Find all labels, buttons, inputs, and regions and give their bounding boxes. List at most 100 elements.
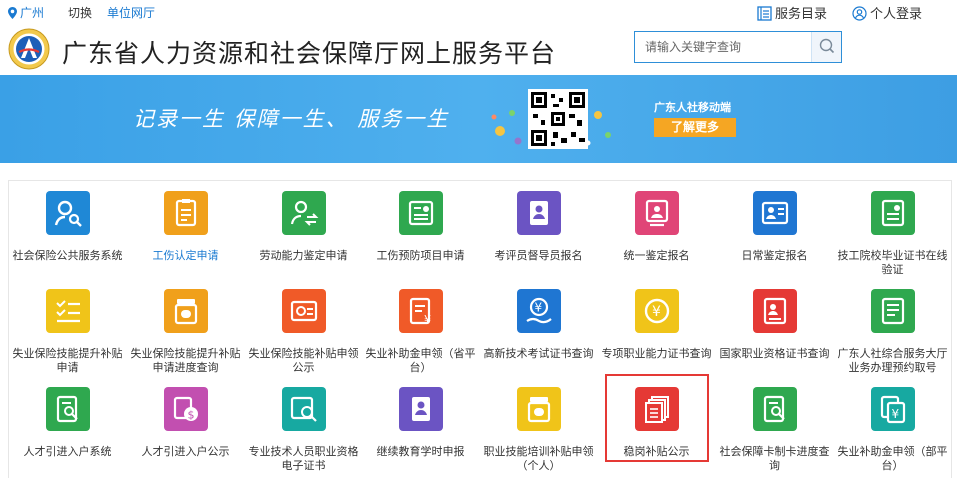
service-tile-label: 高新技术考试证书查询 (483, 347, 594, 360)
education-icon (399, 387, 443, 431)
search-icon (819, 38, 835, 54)
profile-card-icon (753, 289, 797, 333)
ministry-logo[interactable] (8, 28, 50, 70)
medicine-icon (517, 387, 561, 431)
card-icon (282, 289, 326, 333)
service-tile[interactable]: 劳动能力鉴定申请 (245, 181, 362, 279)
service-tile[interactable]: 专业技术人员职业资格电子证书 (245, 377, 362, 475)
yuan-circle-icon: ¥ (635, 289, 679, 333)
service-tile-label: 社会保险公共服务系统 (12, 249, 123, 262)
doc-search-icon (753, 387, 797, 431)
svg-text:$: $ (188, 409, 195, 422)
svg-text:¥: ¥ (535, 301, 543, 315)
service-tile[interactable]: 考评员督导员报名 (480, 181, 597, 279)
appraisal-icon (635, 191, 679, 235)
service-tile[interactable]: 继续教育学时申报 (362, 377, 479, 475)
service-tile-label: 工伤预防项目申请 (376, 249, 465, 262)
service-tile[interactable]: 失业保险技能提升补贴申请 (9, 279, 126, 377)
top-bar: 广州 切换 单位网厅 服务目录 个人登录 (0, 0, 957, 24)
service-tile-label: 广东人社综合服务大厅业务办理预约取号 (837, 347, 948, 374)
service-tile-label: 人才引进入户公示 (141, 445, 230, 458)
svg-text:¥: ¥ (424, 313, 431, 326)
unit-hall-link[interactable]: 单位网厅 (107, 4, 155, 21)
service-tile-label: 继续教育学时申报 (376, 445, 465, 458)
personal-login-link[interactable]: 个人登录 (852, 3, 922, 22)
mobile-app-label: 广东人社移动端 (654, 101, 731, 114)
service-tile-label: 人才引进入户系统 (23, 445, 112, 458)
service-tile-label: 失业补助金申领（省平台） (365, 347, 476, 374)
cert-search-icon (282, 387, 326, 431)
register-icon (517, 191, 561, 235)
service-tile[interactable]: 社会保障卡制卡进度查询 (716, 377, 833, 475)
service-catalog-link[interactable]: 服务目录 (757, 3, 827, 22)
service-tile[interactable]: ¥ 失业补助金申领（部平台） (834, 377, 951, 475)
catalog-icon (757, 6, 772, 21)
service-tile-label: 职业技能培训补贴申领（个人） (483, 445, 594, 472)
service-tile-label: 专项职业能力证书查询 (601, 347, 712, 360)
service-tile[interactable]: 失业保险技能补贴申领公示 (245, 279, 362, 377)
yuan-doc-icon: ¥ (399, 289, 443, 333)
medicine-icon (164, 289, 208, 333)
people-refresh-icon (282, 191, 326, 235)
person-search-icon (46, 191, 90, 235)
user-icon (852, 6, 867, 21)
doc-search-icon (46, 387, 90, 431)
service-grid: 社会保险公共服务系统 工伤认定申请 劳动能力鉴定申请 工伤预防项目申请 考评员督导员报名… (8, 180, 952, 478)
service-tile[interactable]: 国家职业资格证书查询 (716, 279, 833, 377)
svg-text:¥: ¥ (892, 407, 900, 421)
selected-highlight (605, 374, 709, 462)
location[interactable]: 广州 (8, 4, 44, 21)
service-tile[interactable]: 统一鉴定报名 (598, 181, 715, 279)
service-tile-label: 社会保障卡制卡进度查询 (719, 445, 830, 472)
service-tile[interactable]: 工伤认定申请 (127, 181, 244, 279)
search-button[interactable] (811, 32, 841, 62)
service-tile-label: 失业保险技能提升补贴申请进度查询 (130, 347, 241, 374)
service-tile[interactable]: ¥ 专项职业能力证书查询 (598, 279, 715, 377)
switch-link[interactable]: 切换 (68, 4, 92, 21)
personal-login-label: 个人登录 (870, 7, 923, 22)
service-tile[interactable]: 日常鉴定报名 (716, 181, 833, 279)
service-tile-label: 失业保险技能补贴申领公示 (248, 347, 359, 374)
location-label: 广州 (20, 6, 45, 20)
id-card-icon (753, 191, 797, 235)
site-header: 广东省人力资源和社会保障厅网上服务平台 (0, 24, 957, 76)
service-tile[interactable]: ¥ 失业补助金申领（省平台） (362, 279, 479, 377)
yuan-stack-icon: ¥ (871, 387, 915, 431)
diploma-icon (871, 191, 915, 235)
page-title: 广东省人力资源和社会保障厅网上服务平台 (62, 39, 557, 68)
service-tile-label: 工伤认定申请 (152, 249, 219, 262)
service-tile-label: 失业补助金申领（部平台） (837, 445, 948, 472)
service-tile[interactable]: 广东人社综合服务大厅业务办理预约取号 (834, 279, 951, 377)
service-tile-label: 统一鉴定报名 (623, 249, 690, 262)
service-tile[interactable]: ¥ 高新技术考试证书查询 (480, 279, 597, 377)
banner-slogan: 记录一生 保障一生、 服务一生 (133, 107, 450, 131)
dollar-doc-icon: $ (164, 387, 208, 431)
service-tile-label: 考评员督导员报名 (494, 249, 583, 262)
service-tile[interactable]: $ 人才引进入户公示 (127, 377, 244, 475)
service-tile[interactable]: 技工院校毕业证书在线验证 (834, 181, 951, 279)
service-tile-label: 失业保险技能提升补贴申请 (12, 347, 123, 374)
service-catalog-label: 服务目录 (775, 7, 828, 22)
service-tile[interactable]: 失业保险技能提升补贴申请进度查询 (127, 279, 244, 377)
yuan-hand-icon: ¥ (517, 289, 561, 333)
service-tile[interactable]: 工伤预防项目申请 (362, 181, 479, 279)
svg-text:¥: ¥ (652, 304, 661, 320)
learn-more-button[interactable]: 了解更多 (654, 118, 736, 137)
service-tile-label: 国家职业资格证书查询 (719, 347, 830, 360)
document-icon (164, 191, 208, 235)
service-tile[interactable]: 社会保险公共服务系统 (9, 181, 126, 279)
service-tile-label: 日常鉴定报名 (741, 249, 808, 262)
service-tile-label: 劳动能力鉴定申请 (259, 249, 348, 262)
search-box (634, 31, 842, 63)
service-tile[interactable]: 人才引进入户系统 (9, 377, 126, 475)
search-input[interactable] (635, 32, 811, 62)
service-tile[interactable]: 职业技能培训补贴申领（个人） (480, 377, 597, 475)
location-pin-icon (8, 7, 17, 19)
service-tile-label: 专业技术人员职业资格电子证书 (248, 445, 359, 472)
qr-code (528, 89, 588, 149)
promo-banner[interactable]: 记录一生 保障一生、 服务一生 广东人社移动端 了解更多 (0, 75, 957, 163)
ticket-icon (871, 289, 915, 333)
service-tile-label: 技工院校毕业证书在线验证 (837, 249, 948, 276)
certificate-icon (399, 191, 443, 235)
checklist-icon (46, 289, 90, 333)
